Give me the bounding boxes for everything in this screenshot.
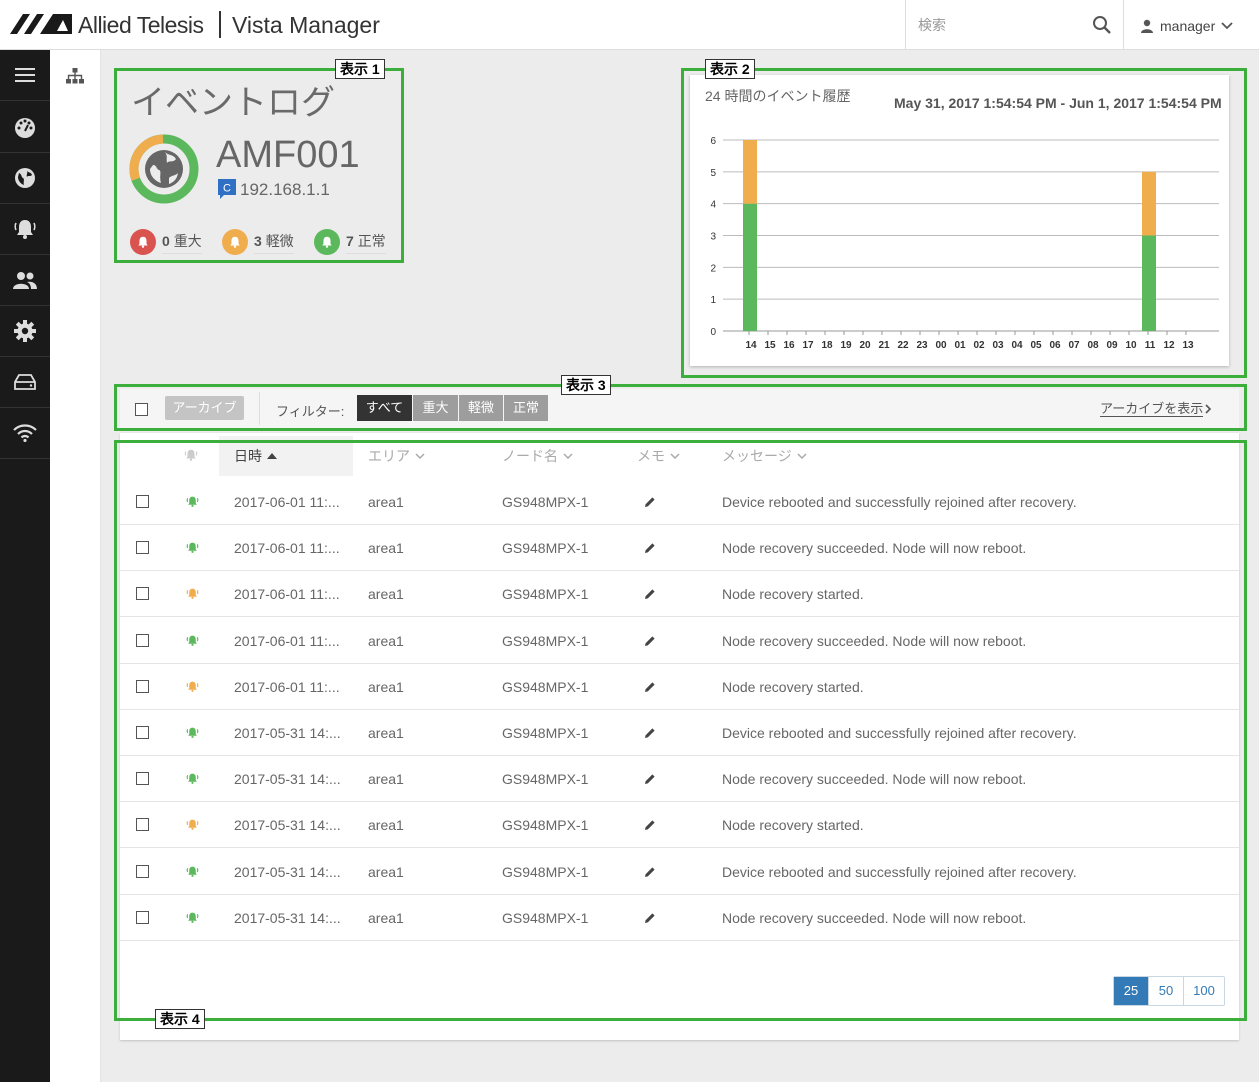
- sidebar-item-users[interactable]: [0, 255, 50, 306]
- app-name: Vista Manager: [232, 12, 380, 38]
- callout-frame-2: [681, 68, 1247, 378]
- callout-frame-1: [114, 68, 404, 263]
- storage-icon: [14, 374, 36, 390]
- search-input[interactable]: [918, 14, 1078, 36]
- sidebar-item-wireless[interactable]: [0, 408, 50, 459]
- wifi-icon: [13, 424, 37, 442]
- callout-label-2: 表示 2: [705, 59, 755, 79]
- menu-icon: [15, 68, 35, 82]
- alarm-bell-icon: [14, 220, 36, 239]
- globe-icon: [15, 168, 35, 188]
- sidebar-item-storage[interactable]: [0, 357, 50, 408]
- sidebar-item-dashboard[interactable]: [0, 102, 50, 153]
- callout-frame-4: [114, 440, 1247, 1021]
- dashboard-icon: [15, 118, 35, 138]
- user-menu[interactable]: manager: [1140, 16, 1233, 36]
- user-icon: [1141, 19, 1153, 33]
- sidebar-item-menu[interactable]: [0, 50, 50, 101]
- callout-label-4: 表示 4: [155, 1009, 205, 1029]
- brand-divider: [219, 11, 221, 38]
- sidebar-item-alarms[interactable]: [0, 204, 50, 255]
- callout-label-1: 表示 1: [335, 59, 385, 79]
- top-header: Allied Telesis Vista Manager manager: [0, 0, 1259, 50]
- chevron-down-icon: [1221, 22, 1233, 30]
- sidebar-item-settings[interactable]: [0, 306, 50, 357]
- brand-name: Allied Telesis: [78, 12, 204, 38]
- sidebar-item-network[interactable]: [0, 153, 50, 204]
- sub-sidebar: [50, 50, 101, 1082]
- callout-frame-3: [114, 384, 1247, 431]
- search-icon[interactable]: [1092, 15, 1112, 35]
- callout-label-3: 表示 3: [561, 375, 611, 395]
- topology-icon[interactable]: [66, 68, 84, 84]
- search-box: [905, 0, 1124, 50]
- gear-icon: [14, 320, 36, 342]
- user-name: manager: [1160, 18, 1216, 34]
- sidebar: [0, 50, 50, 1082]
- allied-telesis-logo-icon: [10, 14, 72, 34]
- users-icon: [13, 272, 37, 289]
